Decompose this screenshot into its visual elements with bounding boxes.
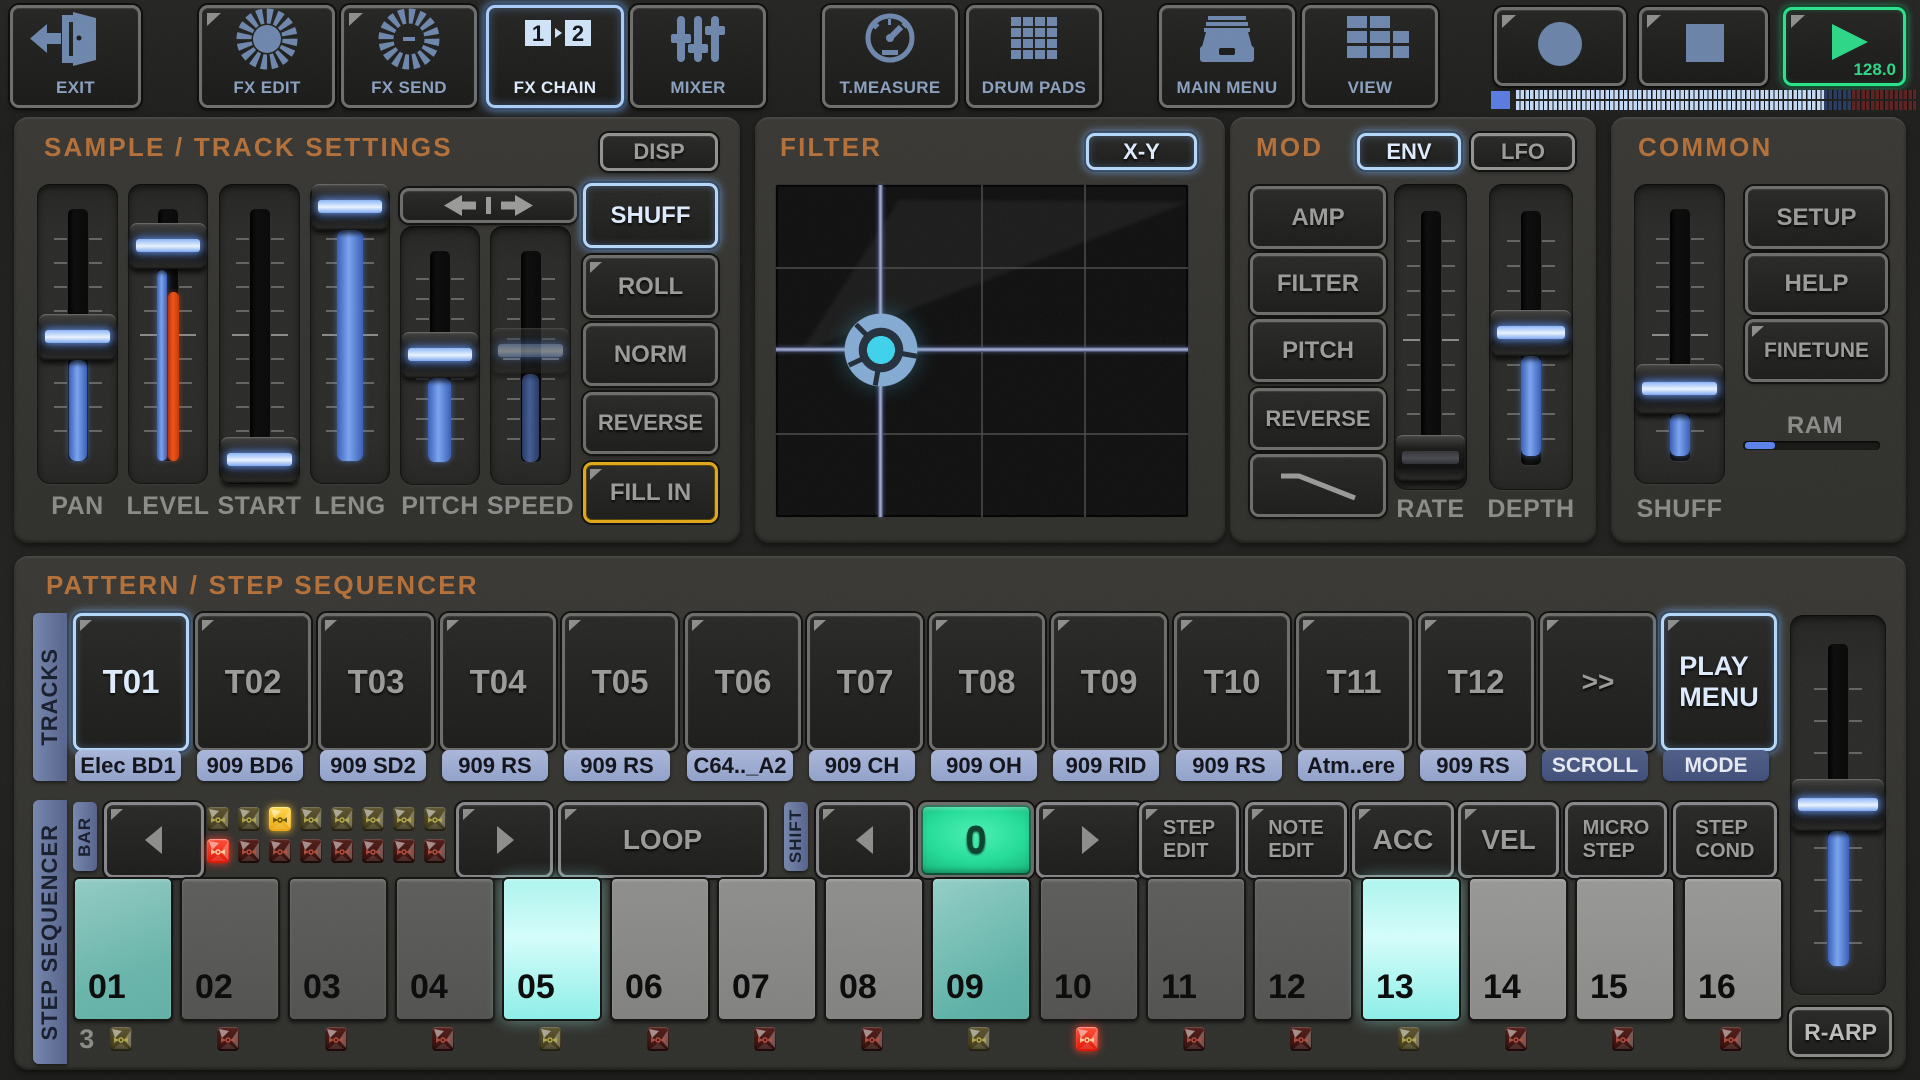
svg-text:1: 1: [532, 21, 544, 46]
svg-text:2: 2: [572, 21, 584, 46]
